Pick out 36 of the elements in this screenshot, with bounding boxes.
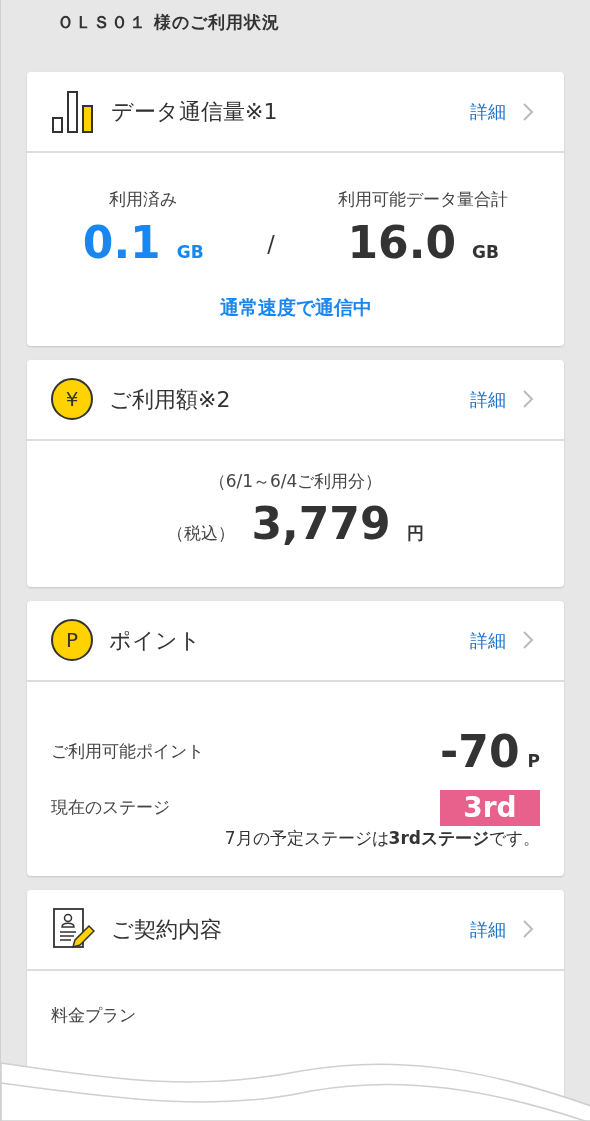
total-value: 16.0	[347, 220, 456, 265]
card-title: データ通信量※1	[111, 98, 279, 126]
separator: /	[267, 229, 275, 259]
point-icon: P	[51, 619, 93, 661]
stage-note: 7月の予定ステージは3rdステージです。	[224, 827, 540, 850]
bar-chart-icon	[51, 89, 95, 134]
details-link[interactable]: 詳細	[470, 626, 534, 654]
stage-label: 現在のステージ	[51, 796, 170, 820]
document-pencil-icon	[51, 907, 95, 951]
page-title: ＯＬＳ０１ 様のご利用状況	[56, 11, 281, 34]
chevron-icon	[522, 101, 534, 122]
details-link[interactable]: 詳細	[470, 98, 534, 125]
card-title: ポイント	[109, 626, 202, 655]
plan-label: 料金プラン	[51, 1003, 137, 1027]
used-value: 0.1	[82, 220, 161, 265]
details-link[interactable]: 詳細	[470, 915, 534, 943]
used-label: 利用済み	[108, 188, 179, 211]
points-unit: P	[527, 749, 540, 773]
chevron-icon	[522, 630, 534, 650]
billing-period: （6/1～6/4ご利用分）	[207, 469, 384, 493]
speed-status: 通常速度で通信中	[219, 296, 372, 318]
chevron-icon	[522, 389, 534, 409]
tax-label: （税込）	[167, 522, 236, 545]
chevron-icon	[522, 919, 534, 939]
card-title: ご利用額※2	[109, 385, 232, 414]
amount-value: 3,779	[251, 502, 391, 546]
yen-icon: ¥	[51, 378, 93, 420]
currency-unit: 円	[406, 522, 424, 545]
stage-badge: 3rd	[440, 790, 540, 826]
points-value: -70	[440, 729, 520, 774]
card-title: ご契約内容	[111, 915, 223, 944]
points-label: ご利用可能ポイント	[51, 740, 204, 763]
details-link[interactable]: 詳細	[470, 385, 534, 413]
total-unit: GB	[472, 240, 499, 264]
used-unit: GB	[176, 240, 204, 264]
total-label: 利用可能データ量合計	[338, 188, 509, 211]
